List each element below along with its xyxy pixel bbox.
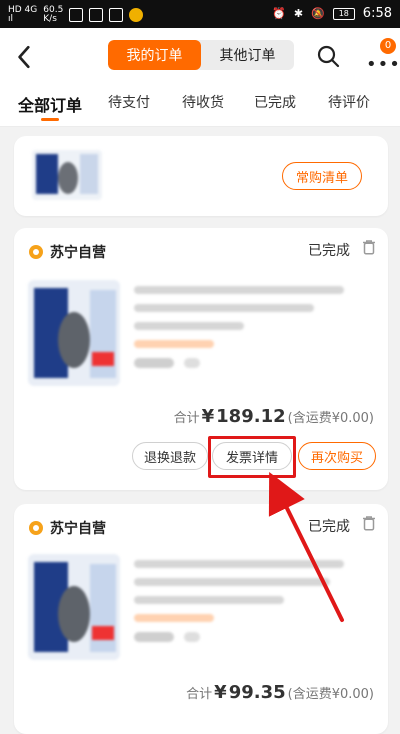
frequently-bought-card: 常购清单 bbox=[14, 136, 388, 216]
more-dots: ••• bbox=[366, 54, 400, 75]
product-price-qty bbox=[134, 358, 354, 368]
more-icon[interactable]: ••• 0 bbox=[366, 38, 400, 75]
image-icon bbox=[109, 8, 124, 22]
total-label: 合计 bbox=[186, 687, 213, 702]
product-title-line-2 bbox=[134, 304, 314, 312]
filter-pending-receipt[interactable]: 待收货 bbox=[182, 92, 224, 112]
product-info[interactable] bbox=[134, 286, 354, 368]
order-filter-tabs: 全部订单 待支付 待收货 已完成 待评价 bbox=[0, 86, 400, 127]
store-name[interactable]: 苏宁自营 bbox=[50, 242, 106, 262]
status-bar: HD 4G ıl 60.5 K/s ⏰ ✱ 🔕 18 6:58 bbox=[0, 0, 400, 28]
product-image[interactable] bbox=[28, 280, 120, 386]
status-right: ⏰ ✱ 🔕 18 6:58 bbox=[272, 6, 392, 21]
total-label: 合计 bbox=[173, 411, 200, 426]
mute-icon: 🔕 bbox=[311, 7, 325, 20]
store-name[interactable]: 苏宁自营 bbox=[50, 518, 106, 538]
back-icon[interactable] bbox=[12, 44, 38, 70]
filter-all-orders[interactable]: 全部订单 bbox=[18, 92, 82, 116]
alarm-icon: ⏰ bbox=[272, 7, 286, 20]
product-title-line-1 bbox=[134, 286, 344, 294]
order-status: 已完成 bbox=[308, 243, 350, 259]
order-type-switch: 我的订单 其他订单 bbox=[108, 40, 294, 70]
product-tag-line bbox=[134, 340, 214, 348]
product-price-qty bbox=[134, 632, 354, 642]
store-logo-icon bbox=[29, 521, 43, 535]
return-refund-button[interactable]: 退换退款 bbox=[132, 442, 208, 470]
notification-badge: 0 bbox=[380, 38, 396, 54]
order-total: 合计 ¥ 189.12 (含运费¥0.00) bbox=[174, 406, 374, 427]
network-text: HD 4G ıl bbox=[8, 5, 38, 24]
buy-again-button[interactable]: 再次购买 bbox=[298, 442, 376, 470]
product-price bbox=[134, 358, 174, 368]
tab-other-orders[interactable]: 其他订单 bbox=[201, 40, 294, 70]
product-tag-line bbox=[134, 614, 214, 622]
product-price bbox=[134, 632, 174, 642]
store-row: 苏宁自营 bbox=[28, 518, 106, 538]
shipping-note: (含运费¥0.00) bbox=[287, 411, 374, 426]
order-card-1: 苏宁自营 已完成 合计 ¥ 189.12 (含运费¥0.00) 退换退款 发票详… bbox=[14, 228, 388, 490]
time: 6:58 bbox=[362, 6, 392, 21]
order-total: 合计 ¥ 99.35 (含运费¥0.00) bbox=[186, 682, 374, 703]
filter-completed[interactable]: 已完成 bbox=[254, 92, 296, 112]
total-amount: 99.35 bbox=[228, 682, 286, 703]
product-spec-line bbox=[134, 322, 244, 330]
search-icon[interactable] bbox=[316, 44, 340, 68]
filter-pending-payment[interactable]: 待支付 bbox=[108, 92, 150, 112]
product-image[interactable] bbox=[28, 554, 120, 660]
total-amount: 189.12 bbox=[216, 406, 286, 427]
bluetooth-icon: ✱ bbox=[293, 7, 304, 20]
product-qty bbox=[184, 358, 200, 368]
delete-icon[interactable] bbox=[360, 514, 378, 532]
product-qty bbox=[184, 632, 200, 642]
shipping-note: (含运费¥0.00) bbox=[287, 687, 374, 702]
frequent-product-thumb bbox=[32, 150, 102, 200]
status-left: HD 4G ıl 60.5 K/s bbox=[8, 5, 144, 24]
store-logo-icon bbox=[29, 245, 43, 259]
notification-icon bbox=[89, 8, 104, 22]
store-row: 苏宁自营 bbox=[28, 242, 106, 262]
app-header: 我的订单 其他订单 ••• 0 bbox=[0, 28, 400, 86]
tab-my-orders[interactable]: 我的订单 bbox=[108, 40, 201, 70]
app-icon bbox=[129, 8, 144, 22]
total-currency: ¥ bbox=[214, 682, 227, 703]
hourglass-icon bbox=[69, 8, 84, 22]
filter-pending-review[interactable]: 待评价 bbox=[328, 92, 370, 112]
delete-icon[interactable] bbox=[360, 238, 378, 256]
speed: 60.5 K/s bbox=[43, 5, 64, 24]
total-currency: ¥ bbox=[201, 406, 215, 427]
frequent-list-button[interactable]: 常购清单 bbox=[282, 162, 362, 190]
battery-icon: 18 bbox=[332, 7, 355, 20]
pointer-arrow bbox=[268, 472, 344, 622]
